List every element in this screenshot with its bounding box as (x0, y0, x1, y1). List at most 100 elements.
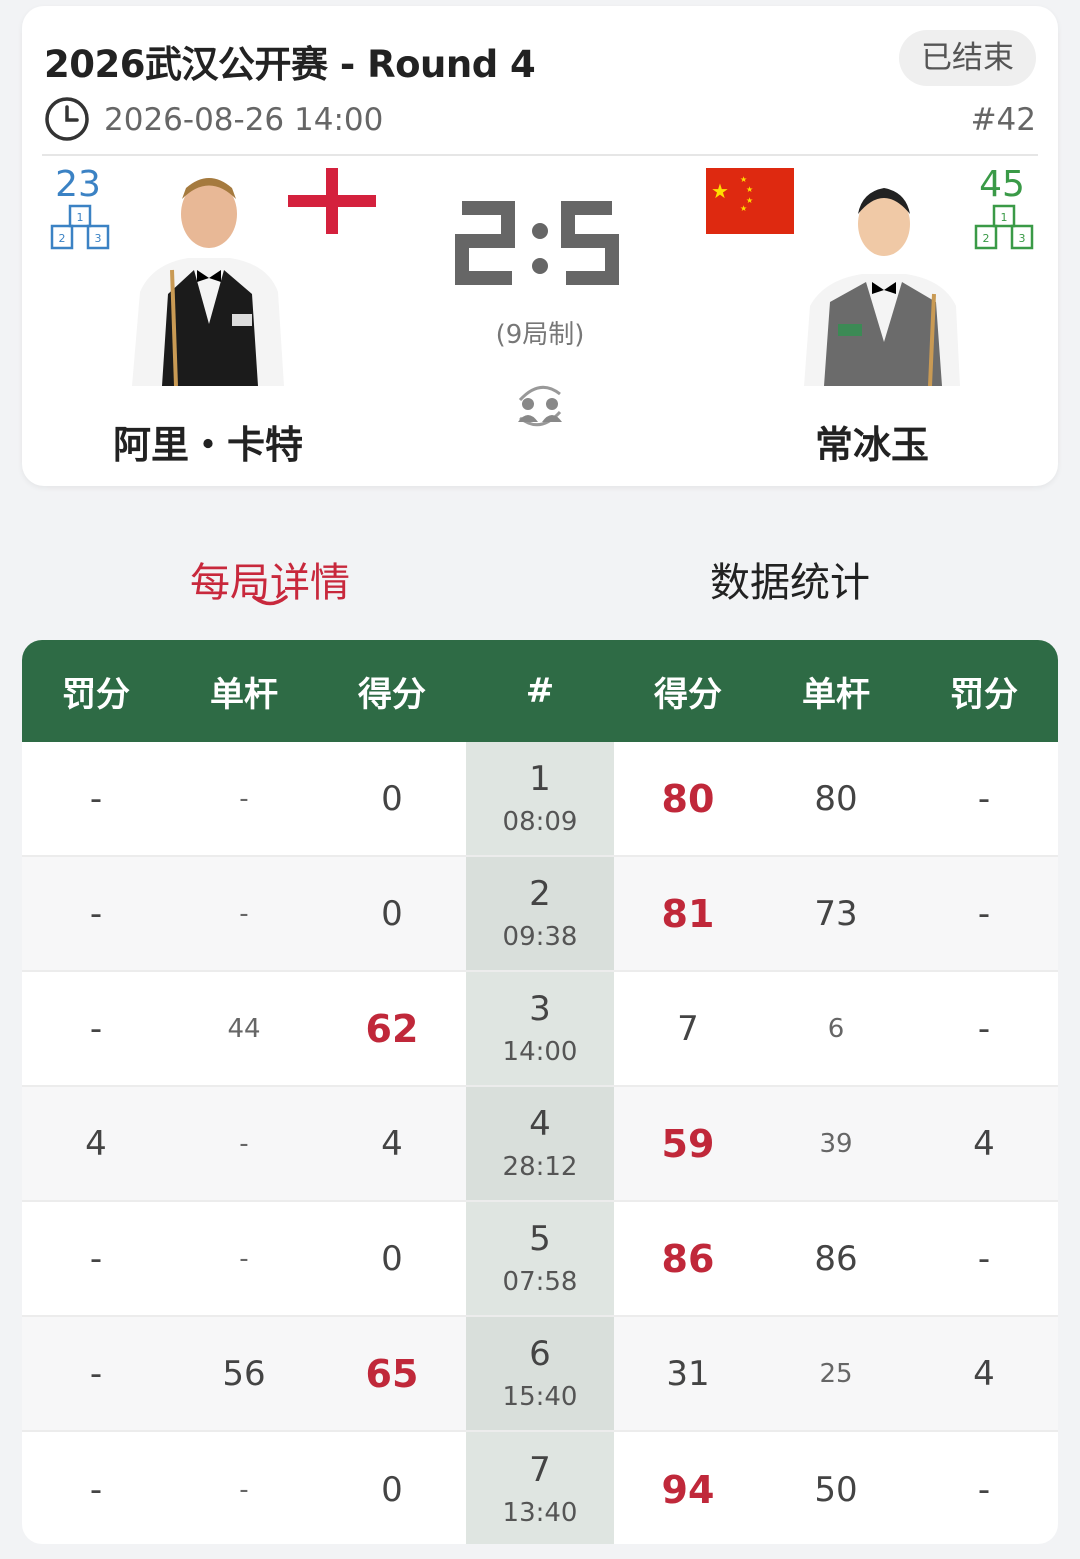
table-row: - 56 65 6 15:40 31 25 4 (22, 1317, 1058, 1432)
frame-duration: 09:38 (502, 921, 578, 952)
left-break-cell: - (239, 783, 249, 814)
right-penalty-cell: - (977, 1238, 991, 1279)
table-header: 罚分 单杆 得分 # 得分 单杆 罚分 (22, 640, 1058, 742)
left-player-name[interactable]: 阿里・卡特 (48, 414, 368, 469)
table-row: - - 0 2 09:38 81 73 - (22, 857, 1058, 972)
right-break-cell: 39 (819, 1128, 853, 1159)
left-score-cell: 0 (381, 1238, 403, 1279)
svg-text:3: 3 (1019, 232, 1026, 245)
frame-cell: 2 09:38 (466, 857, 614, 970)
svg-text:2: 2 (983, 232, 990, 245)
left-break-cell: - (239, 1128, 249, 1159)
right-player-name[interactable]: 常冰玉 (712, 414, 1032, 469)
svg-text:3: 3 (95, 232, 102, 245)
frame-duration: 07:58 (502, 1266, 578, 1297)
right-break-cell: 50 (814, 1469, 858, 1510)
svg-text:★: ★ (711, 179, 729, 203)
right-penalty-cell: - (977, 1469, 991, 1510)
right-break-cell: 25 (819, 1358, 853, 1389)
right-break-cell: 80 (814, 778, 858, 819)
left-break-cell: 44 (227, 1013, 261, 1044)
frames-format: (9局制) (495, 320, 585, 350)
table-row: - - 0 7 13:40 94 50 - (22, 1432, 1058, 1544)
header-frame: # (525, 671, 555, 711)
left-score-cell: 0 (381, 893, 403, 934)
left-penalty-cell: - (89, 1353, 103, 1394)
frame-cell: 4 28:12 (466, 1087, 614, 1200)
svg-text:★: ★ (740, 204, 747, 213)
left-score-cell: 62 (365, 1006, 419, 1051)
left-player-rank: 23 (55, 164, 101, 205)
podium-icon: 12 3 (50, 204, 110, 250)
svg-text:1: 1 (77, 211, 84, 224)
swap-players-icon[interactable] (510, 376, 570, 436)
svg-text:★: ★ (746, 185, 753, 194)
divider (42, 154, 1038, 156)
china-flag-icon: ★ ★ ★ ★ ★ (706, 168, 794, 234)
right-break-cell: 6 (827, 1013, 845, 1044)
table-row: - - 0 1 08:09 80 80 - (22, 742, 1058, 857)
right-score-cell: 86 (661, 1236, 715, 1281)
left-penalty-cell: - (89, 893, 103, 934)
header-left-penalty: 罚分 (62, 674, 130, 715)
right-score-cell: 31 (666, 1353, 710, 1394)
right-score-cell: 81 (661, 891, 715, 936)
right-score-cell: 80 (661, 776, 715, 821)
frame-cell: 6 15:40 (466, 1317, 614, 1430)
right-player-photo (804, 188, 960, 386)
frame-duration: 13:40 (502, 1497, 578, 1528)
header-right-score: 得分 (654, 674, 722, 715)
frame-number: 3 (529, 988, 551, 1029)
table-row: - - 0 5 07:58 86 86 - (22, 1202, 1058, 1317)
header-left-score: 得分 (358, 674, 426, 715)
left-break-cell: - (239, 898, 249, 929)
frame-duration: 08:09 (502, 806, 578, 837)
active-tab-indicator (252, 595, 288, 606)
frame-cell: 1 08:09 (466, 742, 614, 855)
frame-cell: 7 13:40 (466, 1432, 614, 1544)
left-score-cell: 65 (365, 1351, 419, 1396)
left-player-photo (132, 178, 284, 386)
left-score-cell: 4 (381, 1123, 403, 1164)
right-penalty-cell: - (977, 1008, 991, 1049)
right-score-cell: 7 (677, 1008, 699, 1049)
frame-duration: 28:12 (502, 1151, 578, 1182)
right-break-cell: 73 (814, 893, 858, 934)
right-score-cell: 59 (661, 1121, 715, 1166)
left-break-cell: - (239, 1474, 249, 1505)
match-datetime: 2026-08-26 14:00 (104, 102, 384, 138)
left-break-cell: - (239, 1243, 249, 1274)
svg-text:2: 2 (59, 232, 66, 245)
frame-number: 1 (529, 758, 551, 799)
frame-table: 罚分 单杆 得分 # 得分 单杆 罚分 - - 0 1 08:09 80 80 - - - 0 2 09… (22, 640, 1058, 1544)
left-score-cell: 0 (381, 778, 403, 819)
england-flag-icon (288, 168, 376, 234)
table-body: - -0 1 08:09 80 80- - -0 2 09:38 81 73- -44 62 3 14:00 7… (22, 742, 1058, 1544)
right-player-rank: 45 (979, 164, 1025, 205)
left-penalty-cell: - (89, 1469, 103, 1510)
left-score-cell: 0 (381, 1469, 403, 1510)
match-title: 2026武汉公开赛 - Round 4 (44, 43, 536, 86)
svg-text:★: ★ (740, 175, 747, 184)
match-number: #42 (970, 102, 1036, 138)
podium-icon: 12 3 (974, 204, 1034, 250)
frame-number: 2 (529, 873, 551, 914)
left-penalty-cell: 4 (85, 1123, 107, 1164)
frame-number: 4 (529, 1103, 551, 1144)
frame-cell: 5 07:58 (466, 1202, 614, 1315)
left-penalty-cell: - (89, 1008, 103, 1049)
match-card: 2026武汉公开赛 - Round 4 已结束 2026-08-26 14:00… (22, 6, 1058, 486)
left-penalty-cell: - (89, 778, 103, 819)
header-right-penalty: 罚分 (950, 674, 1018, 715)
status-badge: 已结束 (899, 30, 1036, 86)
table-row: 4 - 4 4 28:12 59 39 4 (22, 1087, 1058, 1202)
svg-text:1: 1 (1001, 211, 1008, 224)
frame-number: 7 (529, 1449, 551, 1490)
left-penalty-cell: - (89, 1238, 103, 1279)
header-right-break: 单杆 (802, 674, 870, 715)
frame-cell: 3 14:00 (466, 972, 614, 1085)
table-row: - 44 62 3 14:00 7 6 - (22, 972, 1058, 1087)
frame-duration: 14:00 (502, 1036, 578, 1067)
right-penalty-cell: - (977, 893, 991, 934)
tab-statistics[interactable]: 数据统计 (640, 550, 940, 608)
